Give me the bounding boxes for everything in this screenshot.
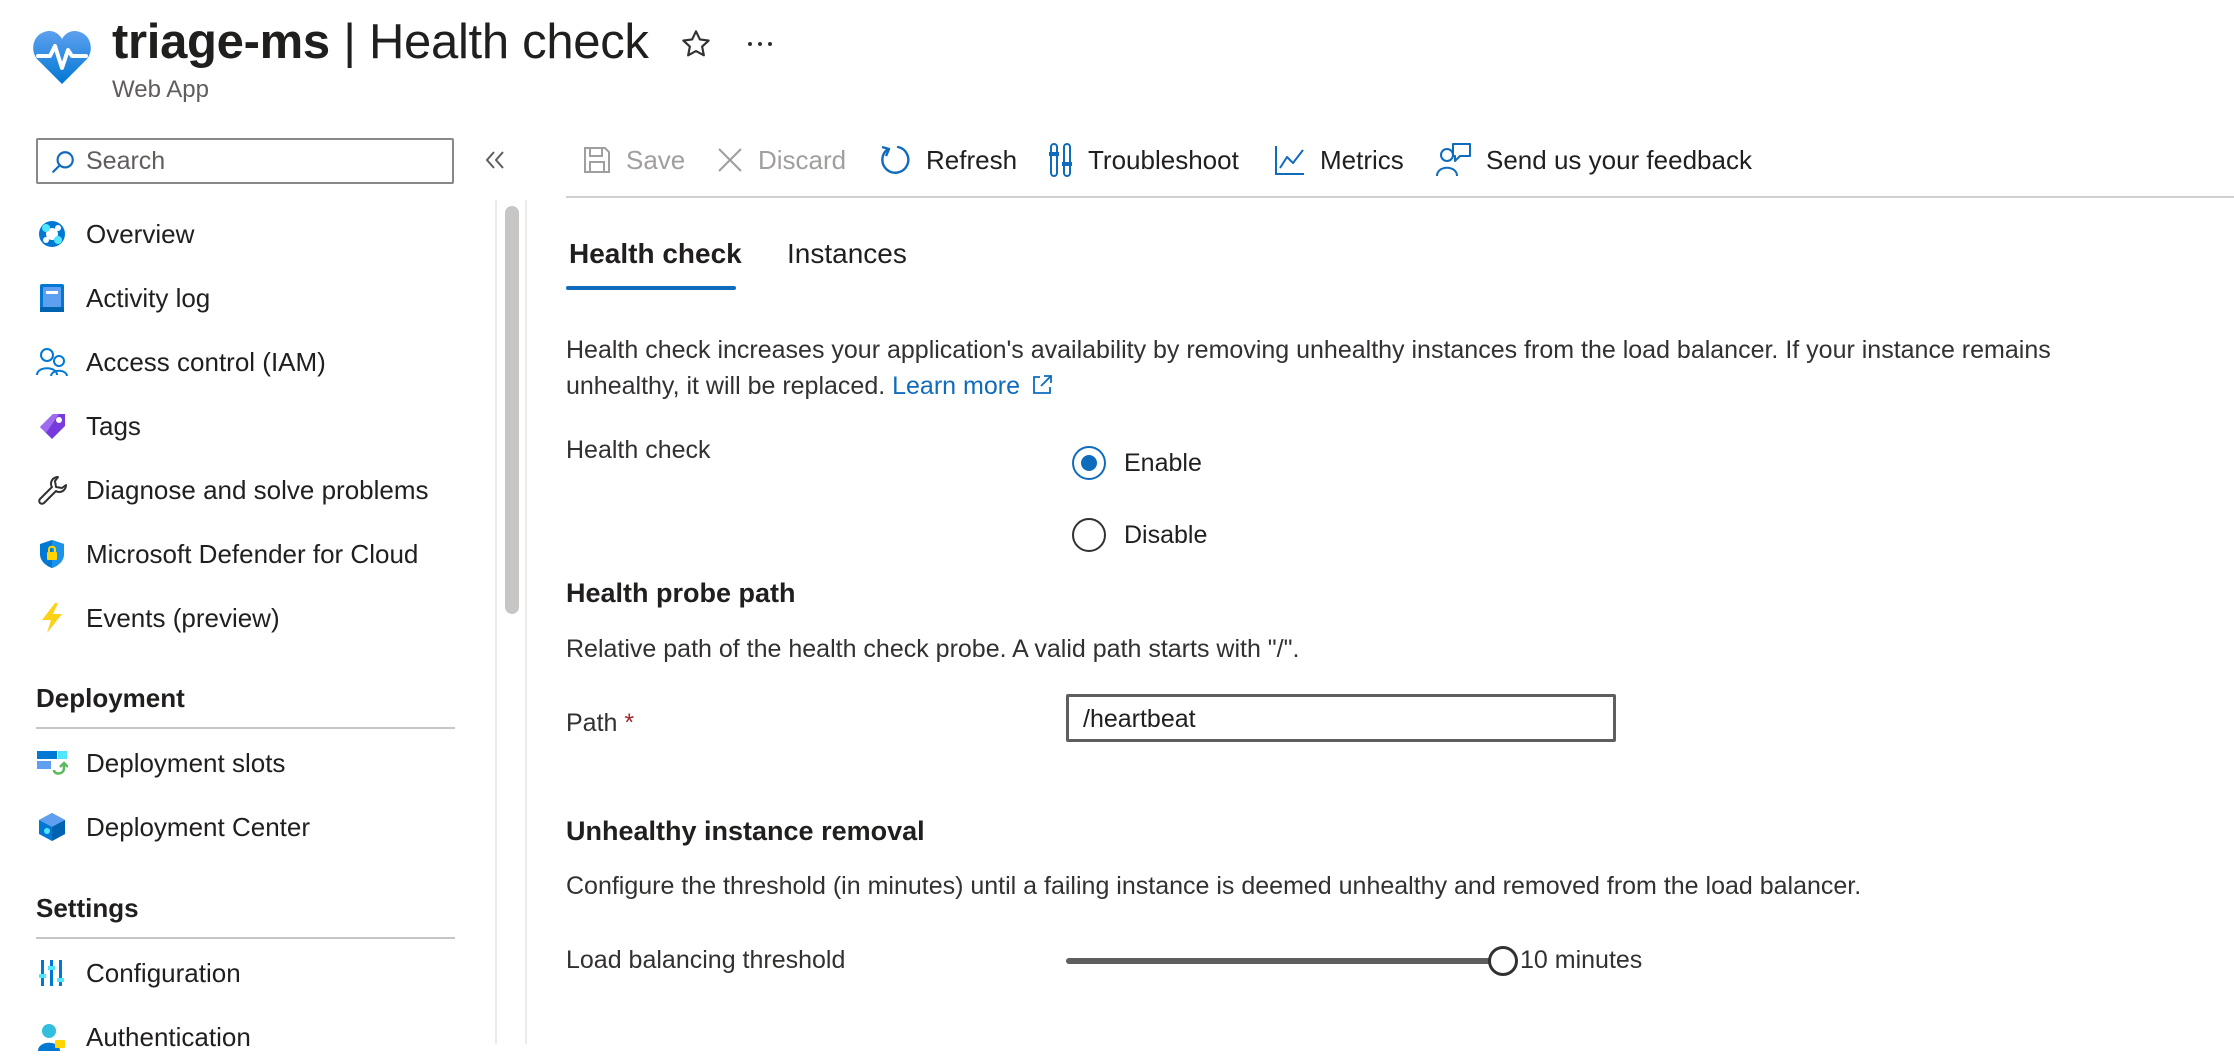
required-marker: * bbox=[624, 709, 635, 737]
sidebar-scrollbar[interactable] bbox=[505, 206, 519, 614]
active-tab-indicator bbox=[566, 286, 736, 290]
feedback-label: Send us your feedback bbox=[1486, 144, 1752, 175]
refresh-button[interactable]: Refresh bbox=[878, 138, 1017, 182]
sidebar-item-label: Authentication bbox=[86, 1021, 251, 1052]
metrics-button[interactable]: Metrics bbox=[1274, 138, 1404, 182]
sidebar-item-access-control[interactable]: Access control (IAM) bbox=[36, 338, 476, 386]
sidebar-item-label: Activity log bbox=[86, 282, 211, 313]
app-service-icon bbox=[32, 26, 92, 88]
learn-more-link[interactable]: Learn more bbox=[892, 372, 1053, 400]
sidebar-item-authentication[interactable]: Authentication bbox=[36, 1013, 476, 1061]
health-check-description: Health check increases your application'… bbox=[566, 332, 2126, 404]
threshold-label: Load balancing threshold bbox=[566, 946, 846, 974]
feedback-icon bbox=[1436, 142, 1472, 178]
description-text: Health check increases your application'… bbox=[566, 336, 2051, 400]
section-settings-heading: Settings bbox=[36, 893, 139, 923]
configuration-icon bbox=[36, 957, 68, 989]
discard-label: Discard bbox=[758, 144, 847, 175]
sidebar-item-label: Configuration bbox=[86, 957, 241, 988]
lightning-icon bbox=[36, 602, 68, 634]
metrics-label: Metrics bbox=[1320, 144, 1404, 175]
sidebar-item-deployment-center[interactable]: Deployment Center bbox=[36, 803, 476, 851]
page-title: triage-ms | Health check bbox=[112, 14, 649, 70]
tag-icon bbox=[36, 410, 68, 442]
enable-radio[interactable]: Enable bbox=[1072, 446, 1202, 480]
external-link-icon bbox=[1031, 374, 1053, 396]
toolbar-divider bbox=[566, 196, 2234, 198]
threshold-slider-handle[interactable] bbox=[1488, 946, 1518, 976]
section-divider bbox=[36, 937, 455, 939]
favorite-star-icon[interactable] bbox=[680, 28, 712, 60]
sidebar-item-label: Overview bbox=[86, 218, 195, 249]
disable-radio[interactable]: Disable bbox=[1072, 518, 1207, 552]
authentication-icon bbox=[36, 1021, 68, 1053]
deployment-center-icon bbox=[36, 811, 68, 843]
save-icon bbox=[582, 145, 612, 175]
wrench-icon bbox=[36, 474, 68, 506]
collapse-sidebar-icon[interactable] bbox=[484, 148, 506, 172]
title-separator: | bbox=[343, 15, 356, 69]
shield-icon bbox=[36, 538, 68, 570]
sidebar-item-diagnose[interactable]: Diagnose and solve problems bbox=[36, 466, 476, 514]
sidebar-item-defender[interactable]: Microsoft Defender for Cloud bbox=[36, 530, 476, 578]
troubleshoot-icon bbox=[1048, 142, 1074, 178]
sidebar-item-label: Tags bbox=[86, 410, 141, 441]
sidebar-item-configuration[interactable]: Configuration bbox=[36, 949, 476, 997]
path-input[interactable] bbox=[1083, 704, 1593, 734]
tab-health-check[interactable]: Health check bbox=[569, 238, 742, 270]
refresh-icon bbox=[878, 143, 912, 177]
sidebar-item-label: Diagnose and solve problems bbox=[86, 474, 429, 505]
health-check-field-label: Health check bbox=[566, 436, 711, 464]
path-label: Path bbox=[566, 709, 618, 737]
activity-log-icon bbox=[36, 282, 68, 314]
sidebar-item-activity-log[interactable]: Activity log bbox=[36, 274, 476, 322]
discard-button[interactable]: Discard bbox=[716, 138, 846, 182]
metrics-icon bbox=[1274, 144, 1306, 176]
save-button[interactable]: Save bbox=[582, 138, 685, 182]
section-deployment-heading: Deployment bbox=[36, 683, 185, 713]
instance-removal-description: Configure the threshold (in minutes) unt… bbox=[566, 872, 1862, 900]
sidebar-item-deployment-slots[interactable]: Deployment slots bbox=[36, 739, 476, 787]
radio-selected-indicator bbox=[1072, 446, 1106, 480]
save-label: Save bbox=[626, 144, 686, 175]
sidebar-divider bbox=[495, 200, 497, 1044]
sidebar-divider bbox=[525, 200, 527, 1044]
resource-name: triage-ms bbox=[112, 15, 330, 69]
page-name: Health check bbox=[368, 15, 649, 69]
threshold-slider-track[interactable] bbox=[1066, 958, 1502, 964]
disable-radio-label: Disable bbox=[1124, 520, 1208, 549]
sidebar-item-label: Deployment slots bbox=[86, 747, 286, 778]
iam-icon bbox=[36, 346, 68, 378]
probe-path-description: Relative path of the health check probe.… bbox=[566, 635, 1300, 663]
tab-instances[interactable]: Instances bbox=[787, 238, 907, 270]
search-icon bbox=[50, 149, 76, 175]
resource-type: Web App bbox=[112, 76, 209, 103]
instance-removal-heading: Unhealthy instance removal bbox=[566, 816, 925, 846]
sidebar-item-label: Access control (IAM) bbox=[86, 346, 326, 377]
sidebar-item-label: Microsoft Defender for Cloud bbox=[86, 538, 419, 569]
sidebar-item-tags[interactable]: Tags bbox=[36, 402, 476, 450]
deployment-slots-icon bbox=[36, 747, 68, 779]
troubleshoot-label: Troubleshoot bbox=[1088, 144, 1239, 175]
learn-more-label: Learn more bbox=[892, 372, 1020, 400]
feedback-button[interactable]: Send us your feedback bbox=[1436, 138, 1752, 182]
probe-path-heading: Health probe path bbox=[566, 578, 796, 608]
enable-radio-label: Enable bbox=[1124, 448, 1202, 477]
sidebar-search[interactable] bbox=[36, 138, 454, 184]
troubleshoot-button[interactable]: Troubleshoot bbox=[1048, 138, 1239, 182]
section-divider bbox=[36, 727, 455, 729]
path-field[interactable] bbox=[1066, 694, 1616, 742]
sidebar-item-label: Events (preview) bbox=[86, 602, 280, 633]
search-input[interactable] bbox=[86, 146, 436, 176]
path-field-label: Path * bbox=[566, 709, 634, 738]
refresh-label: Refresh bbox=[926, 144, 1018, 175]
radio-unselected-indicator bbox=[1072, 518, 1106, 552]
sidebar-item-label: Deployment Center bbox=[86, 811, 310, 842]
more-options-icon[interactable] bbox=[746, 40, 774, 48]
threshold-value: 10 minutes bbox=[1520, 946, 1643, 974]
overview-icon bbox=[36, 218, 68, 250]
sidebar-item-overview[interactable]: Overview bbox=[36, 210, 476, 258]
close-icon bbox=[716, 146, 744, 174]
sidebar-item-events[interactable]: Events (preview) bbox=[36, 594, 476, 642]
